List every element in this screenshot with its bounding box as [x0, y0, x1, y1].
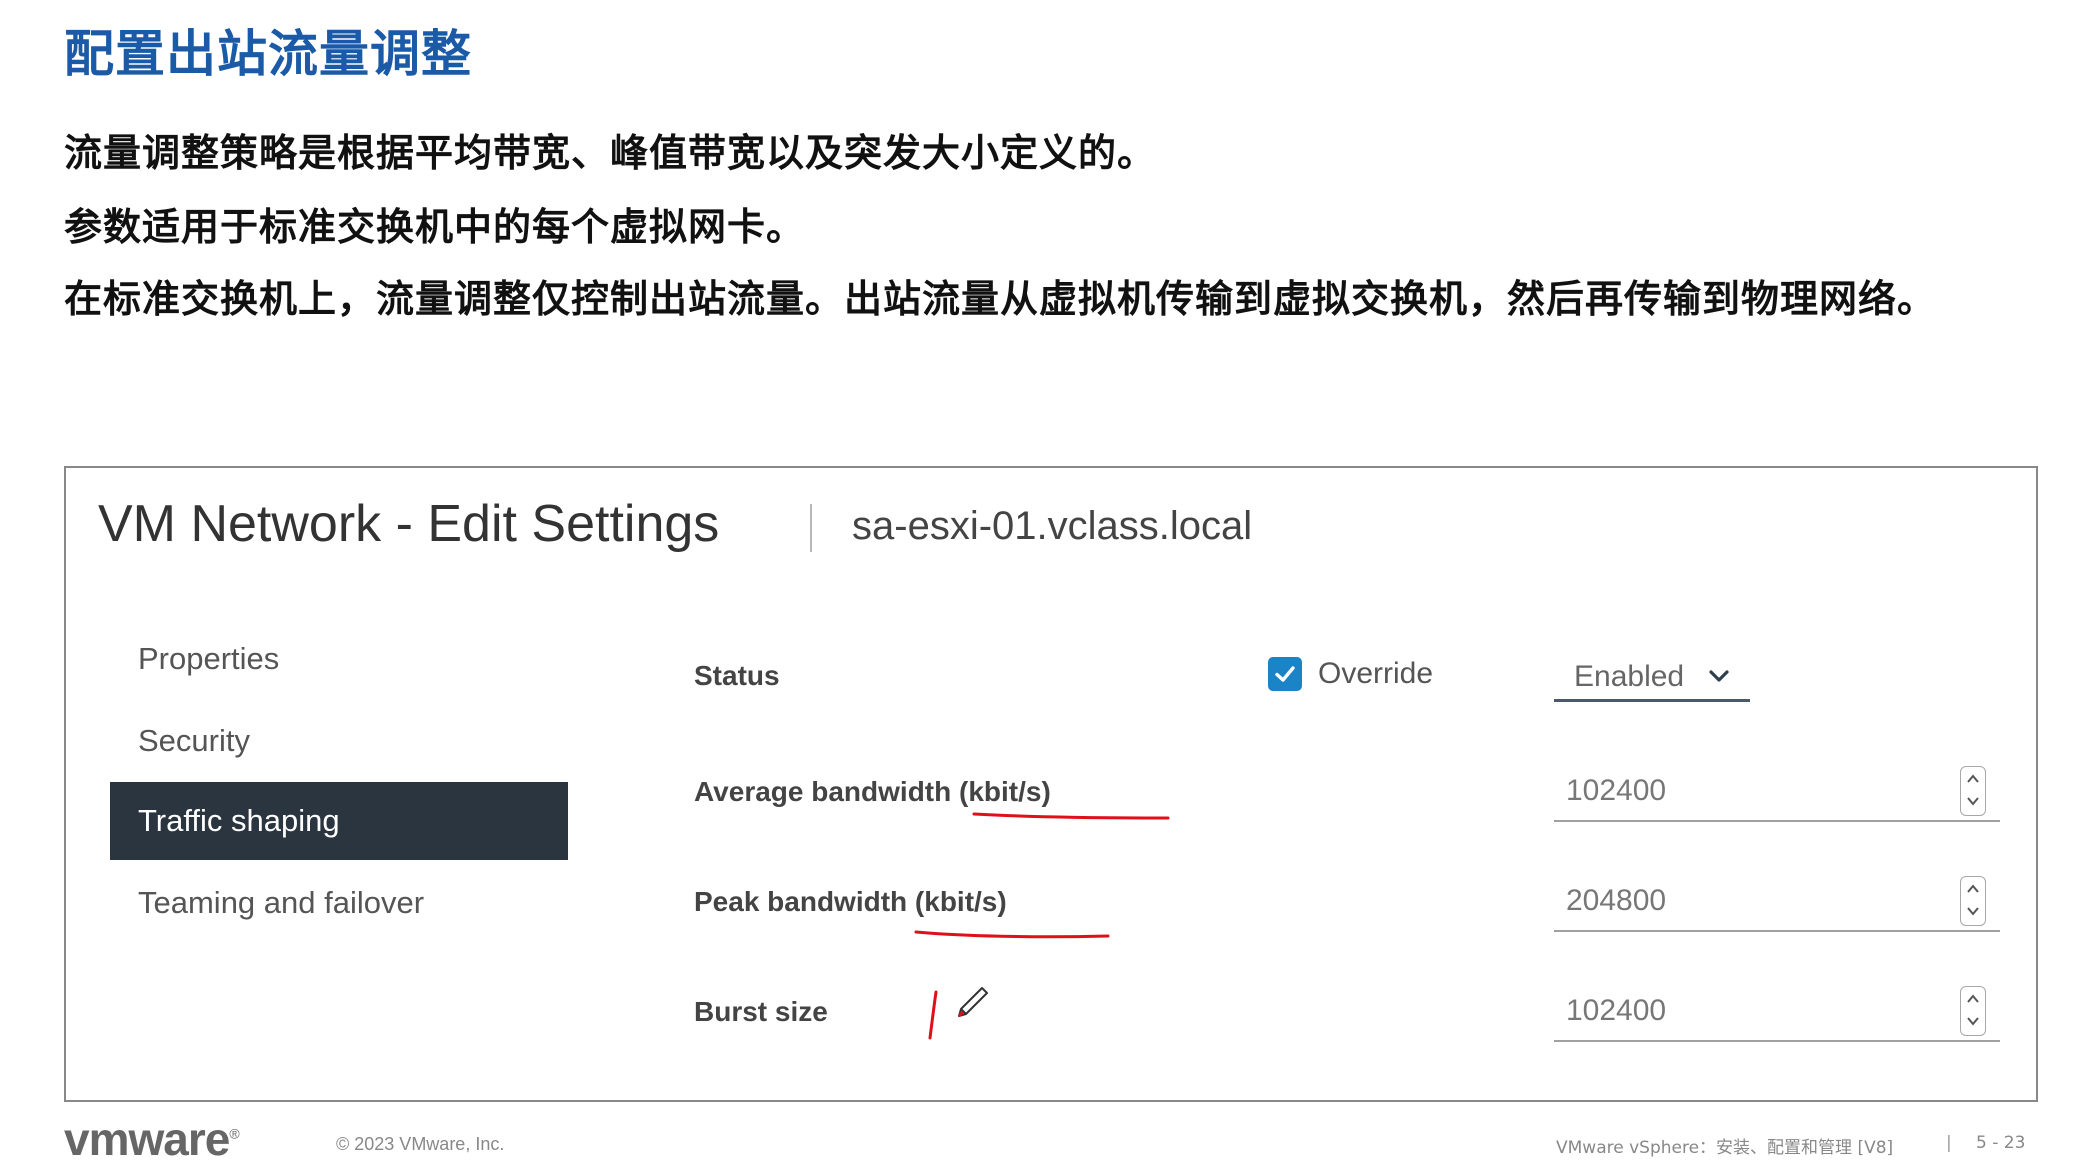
copyright-text: © 2023 VMware, Inc.	[336, 1134, 505, 1154]
chevron-up-icon[interactable]	[1966, 883, 1980, 895]
check-icon	[1275, 666, 1295, 682]
average-bandwidth-stepper[interactable]	[1960, 766, 1986, 816]
average-bandwidth-input[interactable]: 102400	[1554, 766, 2000, 822]
chevron-up-icon[interactable]	[1966, 993, 1980, 1005]
bullet-text: 在标准交换机上，流量调整仅控制出站流量。出站流量从虚拟机传输到虚拟交换机，然后再…	[64, 277, 1937, 321]
pen-cursor-icon	[957, 987, 988, 1018]
burst-size-label: Burst size	[694, 996, 828, 1027]
peak-bandwidth-input[interactable]: 204800	[1554, 876, 2000, 932]
average-bandwidth-value: 102400	[1566, 774, 1667, 807]
override-label: Override	[1318, 657, 1434, 690]
peak-bandwidth-value: 204800	[1566, 884, 1667, 917]
host-name: sa-esxi-01.vclass.local	[852, 504, 1253, 548]
override-control[interactable]: Override	[1268, 654, 1433, 694]
status-label: Status	[694, 660, 780, 691]
slide-title: 配置出站流量调整	[64, 25, 472, 83]
chevron-down-icon[interactable]	[1966, 795, 1980, 807]
bullet-text: 流量调整策略是根据平均带宽、峰值带宽以及突发大小定义的。	[64, 131, 1157, 175]
chevron-down-icon[interactable]	[1966, 1015, 1980, 1027]
override-checkbox[interactable]	[1268, 657, 1302, 691]
dialog-title: VM Network - Edit Settings	[98, 495, 720, 553]
page-number: 5 - 23	[1976, 1133, 2026, 1153]
burst-size-value: 102400	[1566, 994, 1667, 1027]
burst-size-stepper[interactable]	[1960, 986, 1986, 1036]
bullet-text: 参数适用于标准交换机中的每个虚拟网卡。	[64, 205, 806, 249]
status-select-value: Enabled	[1574, 660, 1685, 693]
nav-item-teaming-and-failover[interactable]: Teaming and failover	[110, 864, 568, 942]
annotation-underline	[972, 812, 1170, 820]
course-title: VMware vSphere：安装、配置和管理 [V8]	[1556, 1138, 1894, 1158]
chevron-down-icon	[1709, 670, 1729, 682]
edit-settings-dialog: VM Network - Edit Settings sa-esxi-01.vc…	[64, 466, 2038, 1102]
peak-bandwidth-label: Peak bandwidth (kbit/s)	[694, 886, 1007, 917]
chevron-down-icon[interactable]	[1966, 905, 1980, 917]
footer-divider: |	[1946, 1133, 1952, 1153]
nav-item-properties[interactable]: Properties	[110, 620, 568, 698]
status-select[interactable]: Enabled	[1554, 652, 1750, 702]
burst-size-input[interactable]: 102400	[1554, 986, 2000, 1042]
annotation-stroke	[928, 990, 938, 1040]
nav-item-security[interactable]: Security	[110, 702, 568, 780]
average-bandwidth-label: Average bandwidth (kbit/s)	[694, 776, 1051, 807]
vmware-logo: vmware®	[64, 1113, 240, 1165]
chevron-up-icon[interactable]	[1966, 773, 1980, 785]
peak-bandwidth-stepper[interactable]	[1960, 876, 1986, 926]
title-divider	[810, 504, 812, 552]
annotation-underline	[914, 930, 1110, 939]
nav-item-traffic-shaping[interactable]: Traffic shaping	[110, 782, 568, 860]
